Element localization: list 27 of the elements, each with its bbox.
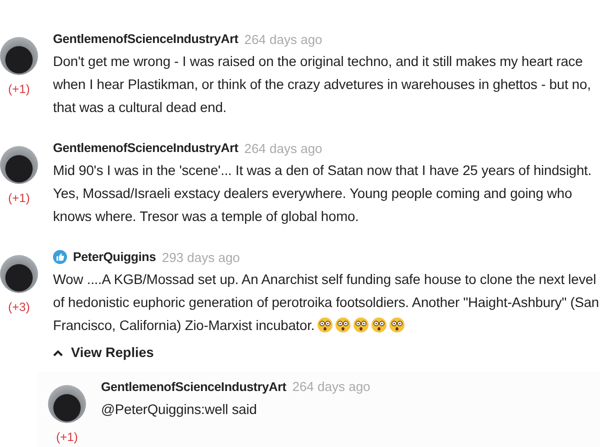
dizzy-face-icon: [388, 317, 405, 333]
comment-text: Don't get me wrong - I was raised on the original techno, and it still makes my heart race when I hear Plastikman, or think of the crazy advetures in warehouses in ghettos - but no, that was a cultural dead end.: [53, 53, 592, 117]
dizzy-face-icon: [370, 317, 387, 333]
author-name[interactable]: GentlemenofScienceIndustryArt: [53, 32, 238, 46]
view-replies-toggle[interactable]: View Replies: [53, 345, 154, 360]
avatar-photo[interactable]: [0, 146, 38, 184]
comment-time: 264 days ago: [244, 32, 322, 46]
avatar-photo[interactable]: [0, 255, 38, 293]
author-name[interactable]: PeterQuiggins: [73, 250, 156, 264]
comment-text: Wow ....A KGB/Mossad set up. An Anarchist self funding safe house to clone the next level of hedonistic euphoric generation of perotroika footsoldiers. Another "Haight-Ashbury" (San Francisco, California) Zio-Marxist incubator.: [53, 271, 600, 335]
caret-icon: [53, 348, 63, 356]
author-name[interactable]: GentlemenofScienceIndustryArt: [53, 141, 238, 155]
comment-time: 264 days ago: [244, 140, 322, 156]
comment-score: (+1): [55, 430, 79, 444]
dizzy-face-icon: [316, 317, 333, 333]
author-name[interactable]: GentlemenofScienceIndustryArt: [101, 380, 286, 394]
dizzy-face-icon: [334, 317, 351, 333]
comment-score: (+3): [7, 300, 31, 314]
comment-score: (+1): [7, 191, 31, 205]
avatar-photo[interactable]: [0, 37, 38, 75]
comment-text: Mid 90's I was in the 'scene'... It was a den of Satan now that I have 25 years of hindsight. Yes, Mossad/Israeli exstacy dealers everywhere. Young people coming and going who knows where. Tresor was a temple of global homo.: [53, 162, 593, 226]
dizzy-face-icon: [352, 317, 369, 333]
comment-time: 264 days ago: [292, 379, 370, 394]
comment-score: (+1): [7, 82, 31, 96]
avatar-photo[interactable]: [48, 384, 86, 422]
comment-text: @PeterQuiggins:well said: [101, 400, 258, 419]
comment-time: 293 days ago: [162, 250, 240, 264]
